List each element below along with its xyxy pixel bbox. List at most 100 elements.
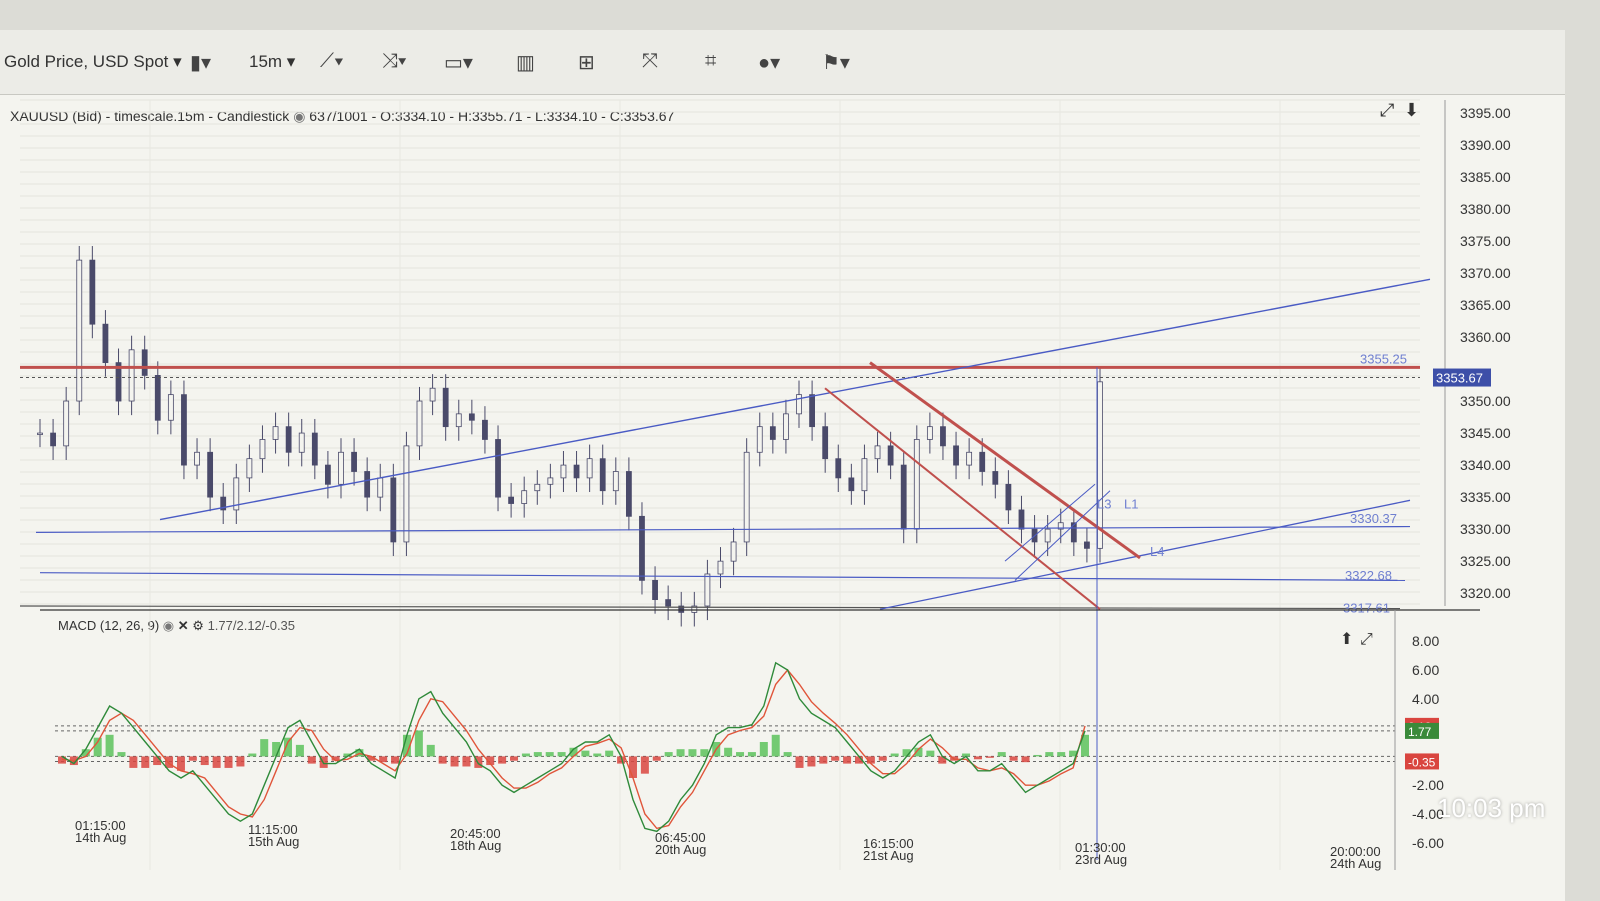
clock-overlay: 10:03 pm bbox=[1437, 793, 1546, 823]
macd-histogram-bar bbox=[426, 744, 435, 757]
macd-histogram-bar bbox=[141, 756, 150, 768]
candle bbox=[1005, 483, 1012, 511]
macd-histogram-bar bbox=[1045, 752, 1054, 757]
candle bbox=[534, 483, 541, 492]
candle bbox=[547, 477, 554, 485]
macd-histogram-bar bbox=[307, 756, 316, 764]
time-axis-date: 18th Aug bbox=[450, 838, 501, 853]
chart-canvas[interactable]: 3355.25 3330.37 3322.68 3317.61 L3 L1 L4 3395.… bbox=[0, 30, 1565, 901]
candle bbox=[482, 419, 488, 440]
macd-histogram-bar bbox=[1057, 752, 1066, 757]
candle bbox=[455, 413, 462, 428]
candle bbox=[652, 579, 658, 600]
candle bbox=[586, 458, 593, 479]
candle bbox=[154, 375, 161, 421]
macd-histogram-bar bbox=[783, 752, 792, 757]
flag-line-l3 bbox=[1014, 490, 1111, 581]
candle bbox=[76, 259, 83, 402]
candle bbox=[403, 445, 410, 543]
macd-histogram-bar bbox=[498, 756, 507, 764]
macd-histogram-bar bbox=[391, 756, 400, 764]
support-line-3330 bbox=[35, 525, 1411, 533]
candle bbox=[194, 451, 200, 466]
candle bbox=[704, 573, 711, 607]
macd-value-label: -0.35 bbox=[1408, 755, 1436, 769]
macd-histogram-bar bbox=[985, 756, 994, 758]
candle bbox=[913, 439, 920, 530]
macd-histogram-bar bbox=[652, 756, 661, 761]
macd-histogram-bar bbox=[462, 756, 471, 767]
macd-histogram-bar bbox=[224, 756, 233, 768]
expand-macd-icon[interactable]: ⤢ bbox=[1360, 631, 1373, 648]
macd-histogram-bar bbox=[129, 756, 138, 768]
candle bbox=[272, 426, 279, 440]
candle bbox=[181, 394, 187, 466]
candle bbox=[966, 451, 973, 466]
candle bbox=[311, 432, 318, 466]
candle bbox=[1070, 522, 1077, 543]
candle bbox=[940, 426, 946, 447]
candle bbox=[351, 451, 357, 472]
macd-histogram-bar bbox=[581, 750, 590, 757]
candle bbox=[338, 451, 344, 485]
time-axis: 01:15:0014th Aug11:15:0015th Aug20:45:00… bbox=[75, 818, 1381, 871]
candle bbox=[63, 400, 70, 447]
candle bbox=[612, 471, 619, 492]
macd-histogram-bar bbox=[414, 730, 423, 757]
candle bbox=[167, 394, 174, 421]
candle bbox=[390, 477, 397, 543]
time-axis-date: 20th Aug bbox=[655, 842, 706, 857]
macd-main-line bbox=[61, 661, 1086, 833]
candle bbox=[599, 458, 606, 492]
expand-panel-icon[interactable]: ⤢ bbox=[1380, 100, 1395, 120]
macd-axis: 8.006.004.00-2.00-4.00-6.002.121.77-0.35 bbox=[1394, 610, 1444, 870]
candle bbox=[1018, 509, 1025, 530]
level-label-3355: 3355.25 bbox=[1360, 351, 1407, 366]
macd-histogram-bar bbox=[117, 752, 126, 757]
candle bbox=[364, 471, 371, 498]
macd-lines bbox=[61, 661, 1086, 833]
macd-histogram-bar bbox=[1021, 756, 1030, 763]
macd-histogram-bar bbox=[510, 756, 519, 761]
macd-histogram-bar bbox=[747, 752, 756, 757]
macd-histogram-bar bbox=[807, 756, 816, 767]
line-label-l4: L4 bbox=[1150, 544, 1164, 559]
macd-histogram-bar bbox=[165, 756, 174, 768]
macd-histogram-bar bbox=[521, 753, 530, 757]
level-label-3330: 3330.37 bbox=[1350, 511, 1397, 526]
move-down-icon[interactable]: ⬇ bbox=[1404, 100, 1419, 120]
macd-histogram-bar bbox=[997, 752, 1006, 757]
price-tick-label: 3335.00 bbox=[1460, 489, 1511, 505]
macd-histogram-bar bbox=[188, 756, 197, 761]
price-tick-label: 3385.00 bbox=[1460, 169, 1511, 185]
candle bbox=[246, 458, 253, 479]
macd-histogram-bar bbox=[736, 752, 745, 757]
macd-histogram bbox=[58, 730, 1089, 778]
candle bbox=[756, 426, 763, 453]
macd-histogram-bar bbox=[236, 756, 245, 767]
candle bbox=[730, 541, 737, 562]
macd-value-label: 1.77 bbox=[1408, 725, 1432, 739]
macd-histogram-bar bbox=[212, 756, 221, 768]
candle bbox=[743, 451, 750, 543]
price-tick-label: 3320.00 bbox=[1460, 585, 1511, 601]
macd-histogram-bar bbox=[843, 756, 852, 764]
move-up-icon[interactable]: ⬆ bbox=[1340, 631, 1353, 648]
macd-histogram-bar bbox=[878, 756, 887, 761]
candle bbox=[442, 387, 449, 428]
candle bbox=[783, 413, 789, 440]
macd-histogram-bar bbox=[260, 739, 269, 757]
candle bbox=[377, 477, 384, 498]
candle bbox=[796, 394, 802, 415]
line-label-l3: L3 bbox=[1097, 497, 1111, 512]
macd-histogram-bar bbox=[664, 752, 673, 757]
time-axis-date: 15th Aug bbox=[248, 834, 299, 849]
price-tick-label: 3375.00 bbox=[1460, 233, 1511, 249]
macd-histogram-bar bbox=[593, 753, 602, 757]
candle bbox=[560, 464, 567, 479]
price-tick-label: 3330.00 bbox=[1460, 521, 1511, 537]
macd-histogram-bar bbox=[628, 756, 637, 778]
candle bbox=[625, 471, 632, 517]
price-tick-label: 3390.00 bbox=[1460, 137, 1511, 153]
price-axis: 3395.00 3390.00 3385.00 3380.00 3375.00 3370.… bbox=[1433, 100, 1511, 606]
